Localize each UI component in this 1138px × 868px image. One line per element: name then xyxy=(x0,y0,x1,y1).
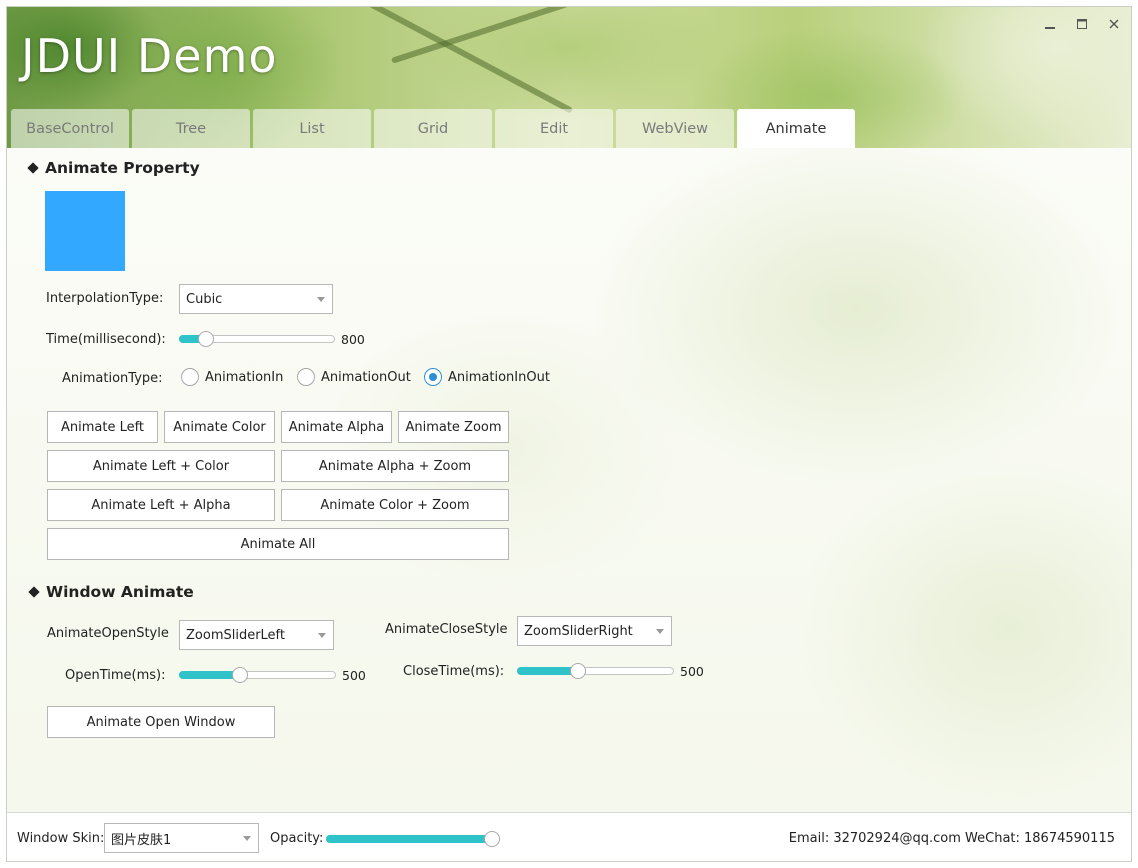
time-slider[interactable] xyxy=(179,331,335,347)
open-style-select[interactable]: ZoomSliderLeft xyxy=(179,620,334,650)
radio-animation-out[interactable]: AnimationOut xyxy=(297,368,411,386)
radio-label: AnimationOut xyxy=(321,369,411,385)
animate-property-title: Animate Property xyxy=(45,159,200,177)
slider-thumb[interactable] xyxy=(197,331,214,347)
time-label: Time(millisecond): xyxy=(46,332,166,347)
open-time-label: OpenTime(ms): xyxy=(65,668,166,683)
interpolation-label: InterpolationType: xyxy=(46,291,164,306)
minimize-icon xyxy=(1045,27,1055,29)
interpolation-select[interactable]: Cubic xyxy=(179,284,333,314)
diamond-bullet-icon xyxy=(27,162,39,174)
animate-alpha-button[interactable]: Animate Alpha xyxy=(281,411,392,443)
close-time-slider[interactable] xyxy=(517,663,674,679)
close-style-select[interactable]: ZoomSliderRight xyxy=(517,616,672,646)
slider-thumb[interactable] xyxy=(570,663,587,679)
tab-bar: BaseControl Tree List Grid Edit WebView … xyxy=(11,109,855,148)
tab-edit[interactable]: Edit xyxy=(495,109,613,148)
close-style-value: ZoomSliderRight xyxy=(524,623,633,639)
animate-color-button[interactable]: Animate Color xyxy=(164,411,275,443)
close-icon xyxy=(1109,19,1119,29)
window-skin-label: Window Skin: xyxy=(17,831,105,846)
chevron-down-icon xyxy=(317,297,325,302)
window-animate-title: Window Animate xyxy=(46,583,194,601)
radio-animation-in[interactable]: AnimationIn xyxy=(181,368,283,386)
tab-grid[interactable]: Grid xyxy=(374,109,492,148)
window-controls xyxy=(1041,15,1123,33)
open-time-value: 500 xyxy=(342,668,366,683)
animate-alpha-zoom-button[interactable]: Animate Alpha + Zoom xyxy=(281,450,509,482)
slider-fill xyxy=(326,835,492,843)
animate-zoom-button[interactable]: Animate Zoom xyxy=(398,411,509,443)
header-banner: JDUI Demo BaseControl Tree List Grid Edi… xyxy=(7,7,1131,148)
minimize-button[interactable] xyxy=(1041,15,1059,33)
close-style-label: AnimateCloseStyle xyxy=(385,622,508,637)
open-time-slider[interactable] xyxy=(179,667,336,683)
opacity-slider[interactable] xyxy=(326,831,500,847)
chevron-down-icon xyxy=(318,633,326,638)
slider-fill xyxy=(179,671,241,679)
open-style-value: ZoomSliderLeft xyxy=(186,627,286,643)
radio-circle xyxy=(181,368,199,386)
chevron-down-icon xyxy=(656,629,664,634)
window-skin-select[interactable]: 图片皮肤1 xyxy=(104,823,259,853)
animate-open-window-button[interactable]: Animate Open Window xyxy=(47,706,275,738)
interpolation-value: Cubic xyxy=(186,291,223,307)
slider-thumb[interactable] xyxy=(484,831,500,847)
status-bar: Window Skin: 图片皮肤1 Opacity: Email: 32702… xyxy=(7,812,1131,861)
banner-branch xyxy=(340,7,574,114)
animate-color-zoom-button[interactable]: Animate Color + Zoom xyxy=(281,489,509,521)
window-animate-heading: Window Animate xyxy=(28,583,194,601)
tab-tree[interactable]: Tree xyxy=(132,109,250,148)
contact-info: Email: 32702924@qq.com WeChat: 186745901… xyxy=(788,831,1115,846)
radio-circle xyxy=(424,368,442,386)
close-time-value: 500 xyxy=(680,664,704,679)
tab-list[interactable]: List xyxy=(253,109,371,148)
close-time-label: CloseTime(ms): xyxy=(403,664,505,679)
animate-left-button[interactable]: Animate Left xyxy=(47,411,158,443)
app-title: JDUI Demo xyxy=(21,29,278,83)
maximize-icon xyxy=(1077,19,1087,29)
animate-left-alpha-button[interactable]: Animate Left + Alpha xyxy=(47,489,275,521)
maximize-button[interactable] xyxy=(1073,15,1091,33)
tab-animate[interactable]: Animate xyxy=(737,109,855,148)
radio-animation-inout[interactable]: AnimationInOut xyxy=(424,368,550,386)
radio-label: AnimationInOut xyxy=(448,369,550,385)
banner-branch xyxy=(390,7,584,64)
animate-all-button[interactable]: Animate All xyxy=(47,528,509,560)
tab-webview[interactable]: WebView xyxy=(616,109,734,148)
open-style-label: AnimateOpenStyle xyxy=(47,626,169,641)
animated-box xyxy=(45,191,125,271)
animate-panel: Animate Property InterpolationType: Cubi… xyxy=(7,148,1131,812)
animation-type-label: AnimationType: xyxy=(62,371,163,386)
radio-circle xyxy=(297,368,315,386)
slider-fill xyxy=(517,667,579,675)
diamond-bullet-icon xyxy=(28,586,40,598)
radio-label: AnimationIn xyxy=(205,369,284,385)
slider-thumb[interactable] xyxy=(232,667,249,683)
chevron-down-icon xyxy=(243,836,251,841)
time-value: 800 xyxy=(341,332,365,347)
close-button[interactable] xyxy=(1105,15,1123,33)
animate-property-heading: Animate Property xyxy=(27,159,200,177)
app-window: JDUI Demo BaseControl Tree List Grid Edi… xyxy=(6,6,1132,862)
window-skin-value: 图片皮肤1 xyxy=(111,832,172,848)
animate-left-color-button[interactable]: Animate Left + Color xyxy=(47,450,275,482)
opacity-label: Opacity: xyxy=(270,831,324,846)
tab-basecontrol[interactable]: BaseControl xyxy=(11,109,129,148)
